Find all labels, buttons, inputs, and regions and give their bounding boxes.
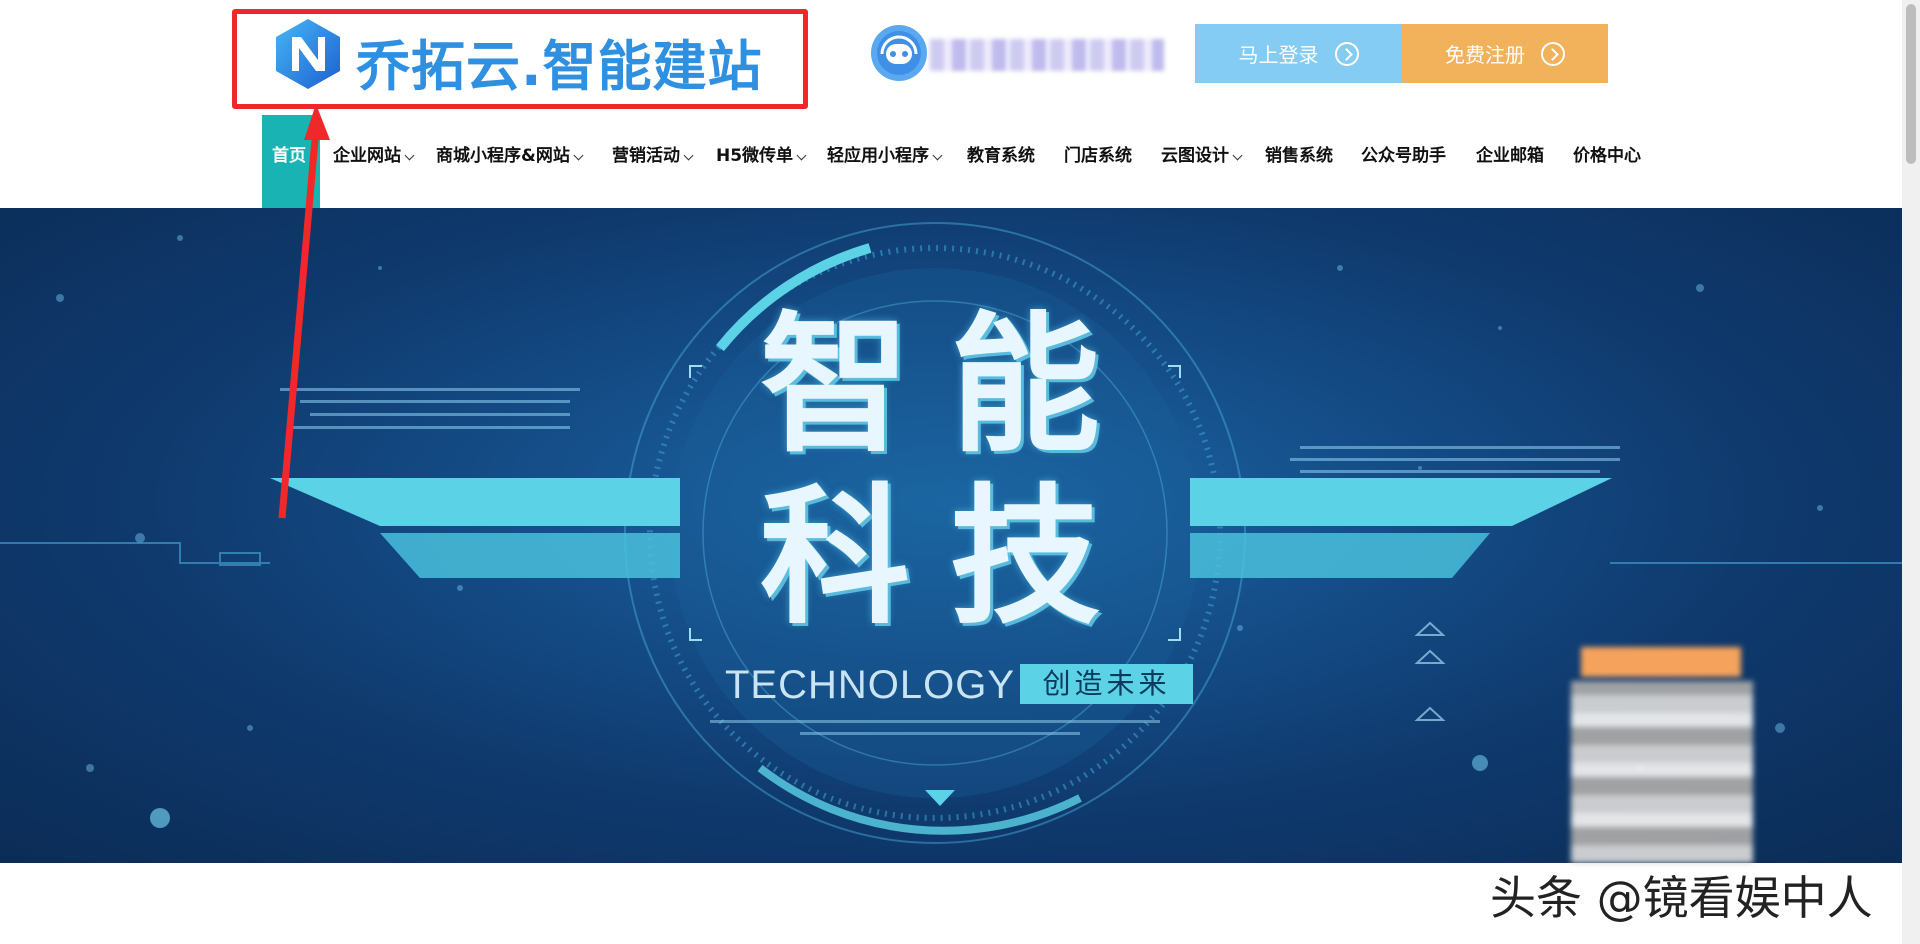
nav-item-store[interactable]: 门店系统 [1064, 141, 1132, 166]
annotation-highlight-box [232, 9, 808, 109]
nav-item-mall[interactable]: 商城小程序&网站 [436, 141, 584, 166]
nav-item-home[interactable]: 首页 [272, 141, 306, 166]
banner-technology-text: TECHNOLOGY [725, 663, 1016, 707]
nav-item-label: H5微传单 [716, 146, 794, 166]
banner-slogan: 创造未来 [1020, 664, 1193, 704]
nav-item-label: 企业网站 [333, 146, 401, 166]
qr-code-blurred [1571, 681, 1753, 863]
page-scrollbar[interactable] [1902, 0, 1920, 944]
chevron-down-icon [404, 150, 415, 161]
nav-item-label: 价格中心 [1573, 146, 1641, 166]
login-button[interactable]: 马上登录 [1195, 24, 1402, 83]
watermark-text: 头条 @镜看娱中人 [1490, 871, 1873, 925]
nav-item-label: 销售系统 [1265, 146, 1333, 166]
chevron-right-icon [1334, 41, 1359, 66]
nav-item-label: 公众号助手 [1361, 146, 1446, 166]
nav-item-label: 首页 [272, 146, 306, 166]
nav-item-h5[interactable]: H5微传单 [716, 141, 807, 166]
chevron-down-icon [796, 150, 807, 161]
scrollbar-thumb[interactable] [1906, 4, 1916, 164]
site-header: 乔拓云.智能建站 马上登录 免费注册 首页 企业网站 商城小程序&网站 营销活动… [0, 0, 1902, 208]
nav-item-pricing[interactable]: 价格中心 [1573, 141, 1641, 166]
nav-item-label: 营销活动 [612, 146, 680, 166]
nav-item-cloud-design[interactable]: 云图设计 [1161, 141, 1243, 166]
nav-item-label: 轻应用小程序 [827, 146, 929, 166]
nav-item-email[interactable]: 企业邮箱 [1476, 141, 1544, 166]
chevron-down-icon [683, 150, 694, 161]
nav-item-sales[interactable]: 销售系统 [1265, 141, 1333, 166]
nav-item-education[interactable]: 教育系统 [967, 141, 1035, 166]
login-button-label: 马上登录 [1238, 43, 1319, 67]
chevron-down-icon [573, 150, 584, 161]
register-button-label: 免费注册 [1445, 43, 1525, 67]
banner-title-line1: 智能 [759, 299, 1140, 473]
nav-item-label: 云图设计 [1161, 146, 1229, 166]
banner-title: 智能 科技 [740, 300, 1160, 644]
banner-title-line2: 科技 [759, 471, 1140, 645]
chevron-down-icon [1232, 150, 1243, 161]
nav-item-label: 企业邮箱 [1476, 146, 1544, 166]
qr-header-blurred [1581, 647, 1741, 677]
nav-item-enterprise-site[interactable]: 企业网站 [333, 141, 415, 166]
chevron-down-icon [932, 150, 943, 161]
chevron-right-icon [1541, 41, 1565, 66]
register-button[interactable]: 免费注册 [1402, 24, 1608, 83]
qr-code-widget[interactable] [1561, 637, 1763, 867]
phone-number-blurred [930, 39, 1164, 71]
nav-item-light-app[interactable]: 轻应用小程序 [827, 141, 943, 166]
nav-item-marketing[interactable]: 营销活动 [612, 141, 694, 166]
nav-item-label: 门店系统 [1064, 146, 1132, 166]
customer-service-icon[interactable] [870, 24, 928, 82]
nav-item-label: 教育系统 [967, 146, 1035, 166]
nav-item-official-account[interactable]: 公众号助手 [1361, 141, 1446, 166]
nav-item-label: 商城小程序&网站 [436, 146, 570, 166]
